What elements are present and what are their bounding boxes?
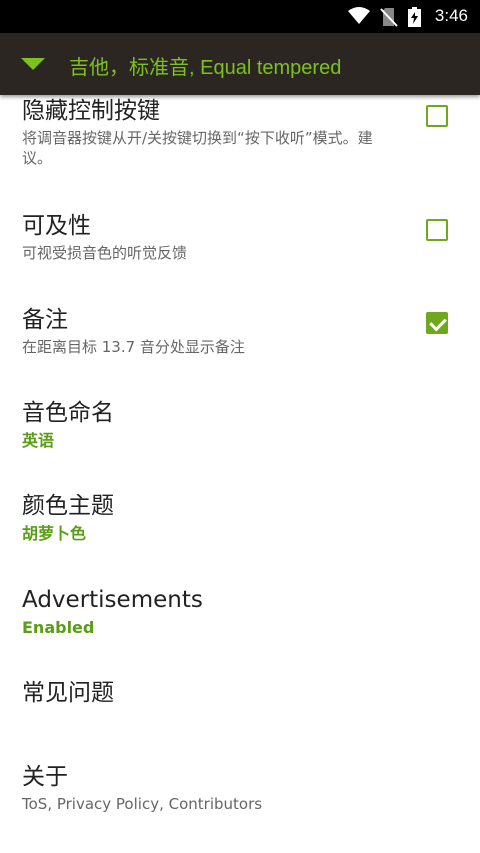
accessibility-checkbox[interactable] — [426, 219, 448, 241]
expand-triangle-icon[interactable] — [21, 58, 45, 70]
setting-hide-controls[interactable]: 隐藏控制按键 将调音器按键从开/关按键切换到“按下收听”模式。建议。 — [22, 97, 462, 168]
setting-advertisements[interactable]: Advertisements Enabled — [22, 586, 462, 638]
tuning-title[interactable]: 吉他，标准音, Equal tempered — [69, 51, 341, 80]
setting-summary: 在距离目标 13.7 音分处显示备注 — [22, 338, 245, 356]
setting-faq[interactable]: 常见问题 — [22, 679, 462, 707]
setting-title: 隐藏控制按键 — [22, 98, 160, 124]
setting-about[interactable]: 关于 ToS, Privacy Policy, Contributors — [22, 763, 462, 814]
app-bar: 吉他，标准音, Equal tempered — [0, 33, 480, 95]
setting-accessibility[interactable]: 可及性 可视受损音色的听觉反馈 — [22, 212, 462, 263]
setting-title: Advertisements — [22, 587, 203, 613]
status-time: 3:46 — [434, 6, 468, 25]
setting-title: 关于 — [22, 764, 68, 790]
status-bar: 3:46 — [0, 0, 480, 33]
setting-summary: ToS, Privacy Policy, Contributors — [22, 795, 263, 813]
wifi-icon — [348, 7, 370, 29]
notes-checkbox[interactable] — [426, 312, 448, 334]
setting-summary: 将调音器按键从开/关按键切换到“按下收听”模式。建议。 — [22, 129, 373, 167]
setting-value: 英语 — [22, 431, 55, 450]
setting-title: 备注 — [22, 307, 68, 333]
setting-value: Enabled — [22, 618, 95, 637]
setting-notes[interactable]: 备注 在距离目标 13.7 音分处显示备注 — [22, 306, 462, 357]
battery-charging-icon — [408, 7, 421, 31]
hide-controls-checkbox[interactable] — [426, 105, 448, 127]
no-sim-icon — [380, 7, 398, 31]
setting-title: 可及性 — [22, 213, 91, 239]
setting-title: 音色命名 — [22, 400, 114, 426]
settings-list: 隐藏控制按键 将调音器按键从开/关按键切换到“按下收听”模式。建议。 可及性 可… — [0, 95, 480, 853]
setting-value: 胡萝卜色 — [22, 524, 87, 543]
setting-title: 颜色主题 — [22, 493, 114, 519]
setting-title: 常见问题 — [22, 680, 114, 706]
setting-color-theme[interactable]: 颜色主题 胡萝卜色 — [22, 492, 462, 544]
setting-summary: 可视受损音色的听觉反馈 — [22, 244, 188, 262]
setting-note-naming[interactable]: 音色命名 英语 — [22, 399, 462, 451]
